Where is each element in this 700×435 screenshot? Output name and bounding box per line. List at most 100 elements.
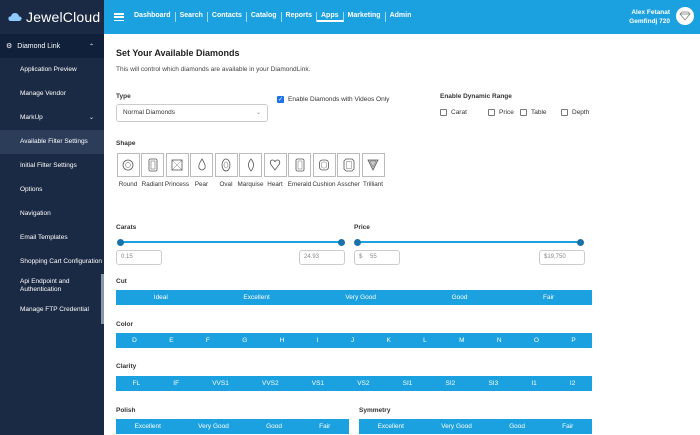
shape-option-radiant[interactable]: Radiant [141,153,165,188]
carat-max-input[interactable]: 24.93 [299,250,345,265]
nav-item-marketing[interactable]: Marketing [344,12,386,22]
symmetry-option[interactable]: Good [509,423,525,430]
symmetry-option[interactable]: Very Good [441,423,472,430]
symmetry-option[interactable]: Excellent [378,423,404,430]
clarity-option[interactable]: FL [133,380,141,387]
sidebar-header-diamond-link[interactable]: ⚙ Diamond Link ⌃ [0,34,104,58]
color-option[interactable]: J [351,337,354,344]
sidebar: ⚙ Diamond Link ⌃ Application Preview Mana… [0,34,104,435]
carat-min-input[interactable]: 0.15 [116,250,162,265]
nav-item-catalog[interactable]: Catalog [247,12,282,22]
dynamic-price-checkbox[interactable]: Price [488,109,514,116]
nav-item-apps[interactable]: Apps [317,12,344,22]
clarity-option[interactable]: IF [173,380,179,387]
nav-item-reports[interactable]: Reports [282,12,317,22]
carat-max-handle[interactable] [338,238,345,246]
user-info[interactable]: Alex Fetanat Gemfindj 720 [629,8,670,26]
nav-item-search[interactable]: Search [176,12,208,22]
cut-option[interactable]: Fair [543,294,554,301]
sidebar-item-navigation[interactable]: Navigation [0,202,104,226]
sidebar-item-shopping-cart-configuration[interactable]: Shopping Cart Configuration [0,250,104,274]
shape-option-oval[interactable]: Oval [214,153,238,188]
color-option[interactable]: I [317,337,319,344]
clarity-option[interactable]: I2 [570,380,575,387]
sidebar-item-markup[interactable]: MarkUp ⌄ [0,106,104,130]
clarity-option[interactable]: SI3 [488,380,498,387]
carat-min-handle[interactable] [117,238,124,246]
clarity-option[interactable]: VS1 [312,380,324,387]
videos-only-checkbox[interactable]: ✓ Enable Diamonds with Videos Only [277,96,389,103]
dynamic-carat-checkbox[interactable]: Carat [440,109,467,116]
shape-option-heart[interactable]: Heart [263,153,287,188]
cut-option[interactable]: Ideal [154,294,168,301]
color-option[interactable]: N [497,337,502,344]
nav-item-contacts[interactable]: Contacts [208,12,247,22]
polish-option[interactable]: Very Good [198,423,229,430]
dynamic-depth-checkbox[interactable]: Depth [561,109,589,116]
clarity-option[interactable]: SI2 [446,380,456,387]
sidebar-item-initial-filter-settings[interactable]: Initial Filter Settings [0,154,104,178]
type-select[interactable]: Normal Diamonds ⌄ [116,104,268,122]
shape-name: Princess [164,181,190,188]
color-range-bar[interactable]: D E F G H I J K L M N O P [116,333,592,348]
polish-option[interactable]: Fair [319,423,330,430]
cut-option[interactable]: Good [452,294,468,301]
sidebar-item-manage-vendor[interactable]: Manage Vendor [0,82,104,106]
clarity-option[interactable]: VVS2 [262,380,279,387]
diamond-avatar-icon[interactable] [676,7,694,25]
shape-option-marquise[interactable]: Marquise [238,153,263,188]
carat-slider[interactable] [117,238,345,246]
shape-option-round[interactable]: Round [116,153,140,188]
polish-option[interactable]: Good [266,423,282,430]
dynamic-table-checkbox[interactable]: Table [520,109,547,116]
shape-option-cushion[interactable]: Cushion [312,153,336,188]
shape-option-asscher[interactable]: Asscher [337,153,361,188]
sidebar-item-email-templates[interactable]: Email Templates [0,226,104,250]
clarity-option[interactable]: SI1 [403,380,413,387]
shape-option-princess[interactable]: Princess [165,153,189,188]
checkbox-box [520,109,527,116]
nav-item-dashboard[interactable]: Dashboard [130,12,176,22]
price-max-handle[interactable] [577,238,584,246]
clarity-range-bar[interactable]: FL IF VVS1 VVS2 VS1 VS2 SI1 SI2 SI3 I1 I2 [116,376,592,391]
sidebar-item-application-preview[interactable]: Application Preview [0,58,104,82]
sidebar-item-options[interactable]: Options [0,178,104,202]
color-option[interactable]: K [386,337,390,344]
emerald-shape-icon [288,153,311,177]
menu-toggle-icon[interactable] [114,13,124,21]
shape-name: Radiant [141,181,164,188]
price-slider[interactable] [354,238,584,246]
clarity-option[interactable]: VS2 [357,380,369,387]
cut-option[interactable]: Very Good [345,294,376,301]
color-option[interactable]: M [459,337,464,344]
marquise-shape-icon [239,153,262,177]
shape-option-emerald[interactable]: Emerald [288,153,312,188]
shape-selector: Round Radiant Princess Pear Oval Marquise Hear… [116,153,386,188]
price-min-input[interactable]: $ 55 [354,250,400,265]
shape-option-trilliant[interactable]: Trilliant [361,153,385,188]
price-max-input[interactable]: $19,750 [539,250,585,265]
color-option[interactable]: P [571,337,575,344]
color-option[interactable]: O [534,337,539,344]
polish-range-bar[interactable]: Excellent Very Good Good Fair [116,419,349,434]
color-option[interactable]: F [206,337,210,344]
nav-item-admin[interactable]: Admin [386,12,416,22]
color-option[interactable]: G [242,337,247,344]
symmetry-option[interactable]: Fair [562,423,573,430]
cut-option[interactable]: Excellent [243,294,269,301]
clarity-option[interactable]: I1 [531,380,536,387]
color-option[interactable]: H [280,337,285,344]
color-option[interactable]: D [132,337,137,344]
symmetry-range-bar[interactable]: Excellent Very Good Good Fair [359,419,592,434]
color-option[interactable]: L [423,337,427,344]
sidebar-item-api-endpoint-and-authentication[interactable]: Api Endpoint and Authentication [0,274,104,298]
sidebar-item-available-filter-settings[interactable]: Available Filter Settings [0,130,104,154]
color-option[interactable]: E [169,337,173,344]
shape-option-pear[interactable]: Pear [190,153,214,188]
logo[interactable]: JewelCloud [0,0,104,34]
polish-option[interactable]: Excellent [135,423,161,430]
sidebar-item-manage-ftp-credential[interactable]: Manage FTP Credential [0,298,104,322]
clarity-option[interactable]: VVS1 [212,380,229,387]
price-min-handle[interactable] [354,238,361,246]
cut-range-bar[interactable]: Ideal Excellent Very Good Good Fair [116,290,592,305]
